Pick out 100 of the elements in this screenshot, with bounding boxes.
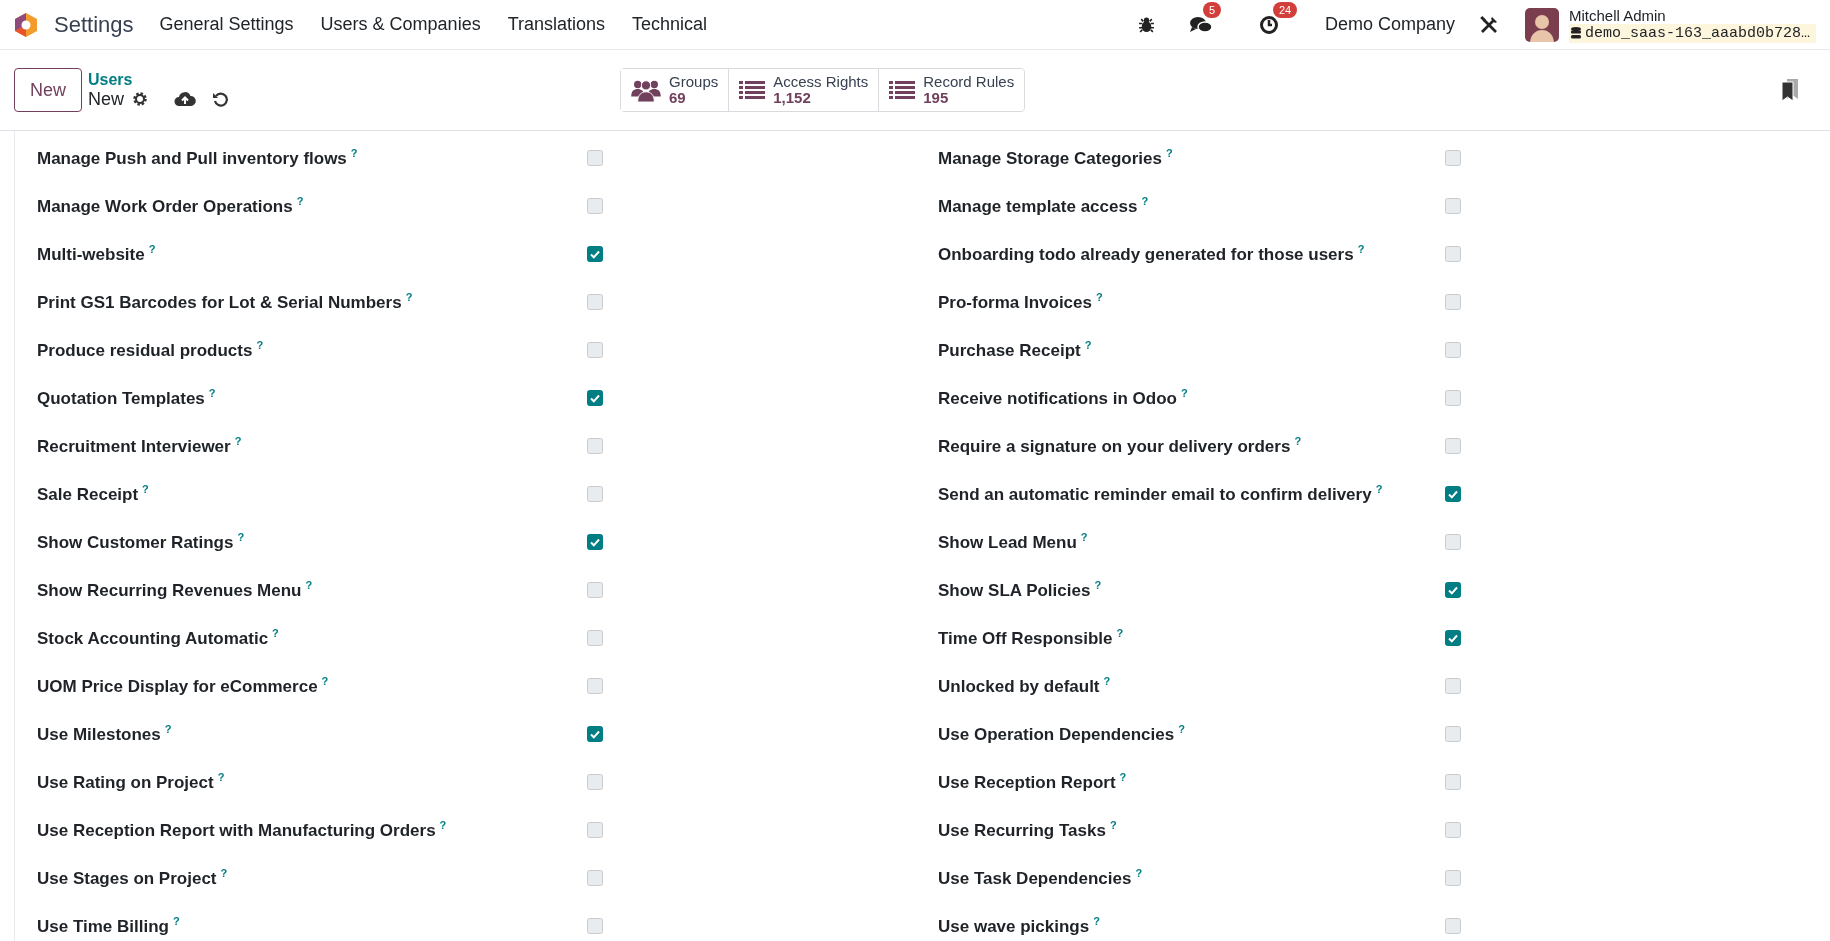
help-tooltip[interactable]: ? (1165, 147, 1173, 160)
help-tooltip[interactable]: ? (237, 531, 245, 544)
user-name[interactable]: Mitchell Admin (1568, 6, 1816, 24)
field-label: Stock Accounting Automatic (37, 628, 269, 648)
app-name[interactable]: Settings (54, 11, 134, 38)
help-tooltip[interactable]: ? (142, 483, 149, 496)
checkbox[interactable] (1445, 150, 1461, 166)
help-tooltip[interactable]: ? (1119, 771, 1127, 784)
help-tooltip[interactable]: ? (1294, 435, 1302, 448)
help-tooltip[interactable]: ? (1094, 579, 1102, 592)
field-label: UOM Price Display for eCommerce (37, 676, 318, 696)
nav-menu-item[interactable]: Technical (632, 14, 708, 35)
checkbox[interactable] (587, 774, 603, 790)
help-tooltip[interactable]: ? (220, 867, 228, 880)
checkbox[interactable] (587, 390, 603, 406)
settings-icon[interactable] (132, 91, 149, 107)
checkbox[interactable] (587, 726, 603, 742)
field-label: Use Reception Report with Manufacturing Orders (37, 820, 436, 840)
help-tooltip[interactable]: ? (305, 579, 313, 592)
checkbox[interactable] (587, 870, 603, 886)
checkbox[interactable] (587, 486, 603, 502)
bookmarks-icon[interactable] (1780, 78, 1800, 102)
help-tooltip[interactable]: ? (1181, 387, 1188, 400)
help-tooltip[interactable]: ? (1080, 531, 1088, 544)
help-tooltip[interactable]: ? (1103, 675, 1111, 688)
checkbox[interactable] (587, 534, 603, 550)
help-tooltip[interactable]: ? (1084, 339, 1092, 352)
database-name: demo_saas-163_aaabd0b728… (1584, 24, 1810, 42)
checkbox[interactable] (1445, 726, 1461, 742)
checkbox[interactable] (587, 438, 603, 454)
checkbox[interactable] (1445, 294, 1461, 310)
help-tooltip[interactable]: ? (296, 195, 304, 208)
user-avatar[interactable] (1524, 7, 1559, 42)
checkbox[interactable] (587, 582, 603, 598)
help-tooltip[interactable]: ? (256, 339, 264, 352)
field-label: Recruitment Interviewer (37, 436, 231, 456)
help-tooltip[interactable]: ? (148, 243, 156, 256)
tools-icon[interactable] (1478, 14, 1499, 35)
help-tooltip[interactable]: ? (1135, 867, 1143, 880)
checkbox[interactable] (1445, 870, 1461, 886)
new-button[interactable]: New (14, 68, 82, 112)
chat-bubbles-icon[interactable] (1188, 14, 1213, 35)
help-tooltip[interactable]: ? (350, 147, 358, 160)
nav-menu-item[interactable]: Users & Companies (320, 14, 481, 35)
company-switcher[interactable]: Demo Company (1324, 14, 1455, 35)
help-tooltip[interactable]: ? (321, 675, 329, 688)
help-tooltip[interactable]: ? (1116, 627, 1124, 640)
cloud-upload-icon[interactable] (174, 91, 197, 107)
checkbox[interactable] (1445, 390, 1461, 406)
checkbox[interactable] (1445, 438, 1461, 454)
help-tooltip[interactable]: ? (1109, 819, 1117, 832)
checkbox[interactable] (1445, 342, 1461, 358)
help-tooltip[interactable]: ? (1096, 291, 1103, 304)
checkbox[interactable] (587, 918, 603, 934)
field-label: Sale Receipt (37, 484, 139, 504)
field-label: Quotation Templates (37, 388, 205, 408)
help-tooltip[interactable]: ? (208, 387, 216, 400)
checkbox[interactable] (1445, 918, 1461, 934)
help-tooltip[interactable]: ? (234, 435, 242, 448)
checkbox[interactable] (1445, 582, 1461, 598)
help-tooltip[interactable]: ? (439, 819, 447, 832)
clock-icon[interactable] (1258, 14, 1279, 35)
help-tooltip[interactable]: ? (1178, 723, 1185, 736)
help-tooltip[interactable]: ? (1093, 915, 1100, 928)
stat-button[interactable]: Groups 69 (621, 69, 730, 111)
field-label: Receive notifications in Odoo (938, 388, 1177, 408)
help-tooltip[interactable]: ? (172, 915, 180, 928)
help-tooltip[interactable]: ? (1141, 195, 1149, 208)
help-tooltip[interactable]: ? (217, 771, 225, 784)
checkbox[interactable] (1445, 198, 1461, 214)
breadcrumb-link[interactable]: Users (88, 70, 229, 89)
checkbox[interactable] (587, 294, 603, 310)
help-tooltip[interactable]: ? (1357, 243, 1365, 256)
field-label: Use wave pickings (938, 916, 1090, 936)
checkbox[interactable] (1445, 822, 1461, 838)
field-label: Use Task Dependencies (938, 868, 1132, 888)
checkbox[interactable] (587, 150, 603, 166)
checkbox[interactable] (587, 198, 603, 214)
undo-icon[interactable] (212, 91, 229, 107)
field-label: Show SLA Policies (938, 580, 1091, 600)
checkbox[interactable] (1445, 774, 1461, 790)
nav-menu-item[interactable]: Translations (507, 14, 605, 35)
help-tooltip[interactable]: ? (164, 723, 172, 736)
checkbox[interactable] (587, 822, 603, 838)
checkbox[interactable] (1445, 246, 1461, 262)
nav-menu-item[interactable]: General Settings (159, 14, 294, 35)
help-tooltip[interactable]: ? (272, 627, 279, 640)
checkbox[interactable] (1445, 630, 1461, 646)
bug-icon[interactable] (1137, 16, 1155, 33)
checkbox[interactable] (587, 630, 603, 646)
checkbox[interactable] (1445, 678, 1461, 694)
checkbox[interactable] (1445, 534, 1461, 550)
checkbox[interactable] (587, 678, 603, 694)
app-logo-icon[interactable] (14, 11, 38, 38)
checkbox[interactable] (587, 246, 603, 262)
help-tooltip[interactable]: ? (405, 291, 413, 304)
checkbox[interactable] (1445, 486, 1461, 502)
field-label: Multi-website (37, 244, 145, 264)
checkbox[interactable] (587, 342, 603, 358)
help-tooltip[interactable]: ? (1375, 483, 1383, 496)
